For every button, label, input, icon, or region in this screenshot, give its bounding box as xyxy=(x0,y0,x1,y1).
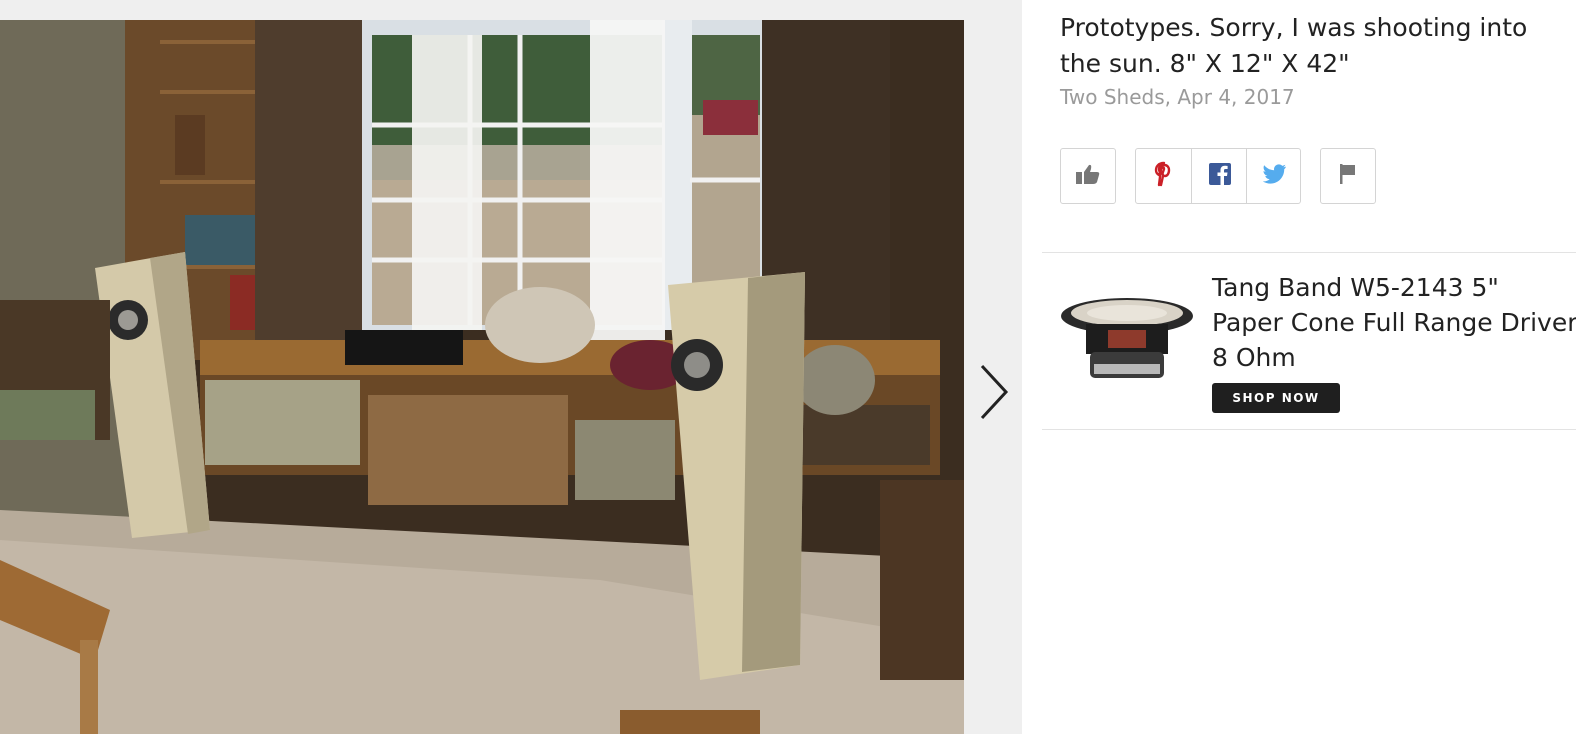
flag-button[interactable] xyxy=(1320,148,1376,204)
caption-line-2: the sun. 8" X 12" X 42" xyxy=(1060,49,1350,78)
product-title-line-2: Paper Cone Full Range Driver xyxy=(1212,308,1576,337)
twitter-icon xyxy=(1262,164,1287,188)
flag-icon xyxy=(1338,163,1358,189)
divider xyxy=(1042,429,1576,430)
facebook-share-button[interactable] xyxy=(1191,149,1247,203)
thumbs-up-icon xyxy=(1075,163,1101,189)
product-title[interactable]: Tang Band W5-2143 5" Paper Cone Full Ran… xyxy=(1212,270,1576,375)
facebook-icon xyxy=(1208,163,1231,189)
shop-now-button[interactable]: SHOP NOW xyxy=(1212,383,1340,413)
caption-line-1: Prototypes. Sorry, I was shooting into xyxy=(1060,13,1528,42)
photo-info-panel: Prototypes. Sorry, I was shooting into t… xyxy=(1022,0,1576,734)
photo-viewer xyxy=(0,0,1022,734)
twitter-share-button[interactable] xyxy=(1246,149,1302,203)
share-button-group xyxy=(1135,148,1301,204)
like-button[interactable] xyxy=(1060,148,1116,204)
pinterest-share-button[interactable] xyxy=(1136,149,1191,203)
gallery-photo[interactable] xyxy=(0,20,964,734)
divider xyxy=(1042,252,1576,253)
photo-caption: Prototypes. Sorry, I was shooting into t… xyxy=(1060,10,1576,82)
photo-author-date[interactable]: Two Sheds, Apr 4, 2017 xyxy=(1060,83,1295,111)
next-photo-button[interactable] xyxy=(972,360,1016,424)
pinterest-icon xyxy=(1154,161,1174,191)
product-title-line-3: 8 Ohm xyxy=(1212,343,1296,372)
chevron-right-icon xyxy=(980,364,1009,420)
speaker-driver-image[interactable] xyxy=(1058,286,1196,386)
product-title-line-1: Tang Band W5-2143 5" xyxy=(1212,273,1499,302)
